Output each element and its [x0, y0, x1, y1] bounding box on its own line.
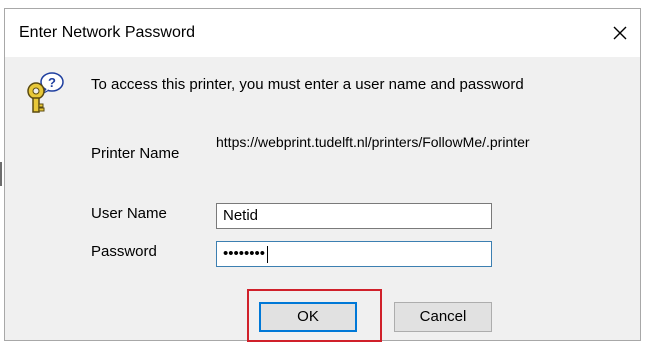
network-password-dialog: Enter Network Password ? To access this …	[4, 8, 641, 342]
background-edge-mark	[0, 162, 2, 186]
ok-button[interactable]: OK	[259, 302, 357, 332]
close-icon[interactable]	[608, 21, 632, 45]
printer-name-label: Printer Name	[91, 145, 180, 162]
username-field[interactable]: Netid	[216, 203, 492, 229]
password-field[interactable]: ••••••••	[216, 241, 492, 267]
svg-text:?: ?	[48, 75, 56, 90]
printer-name-value: https://webprint.tudelft.nl/printers/Fol…	[216, 134, 530, 150]
password-label: Password	[91, 243, 157, 260]
text-caret	[267, 245, 269, 263]
dialog-prompt: To access this printer, you must enter a…	[91, 76, 524, 93]
password-value: ••••••••	[223, 245, 266, 262]
key-question-icon: ?	[22, 71, 66, 115]
username-label: User Name	[91, 205, 167, 222]
dialog-titlebar: Enter Network Password	[5, 9, 640, 57]
cancel-button[interactable]: Cancel	[394, 302, 492, 332]
username-value: Netid	[223, 207, 259, 224]
dialog-title: Enter Network Password	[19, 24, 196, 41]
